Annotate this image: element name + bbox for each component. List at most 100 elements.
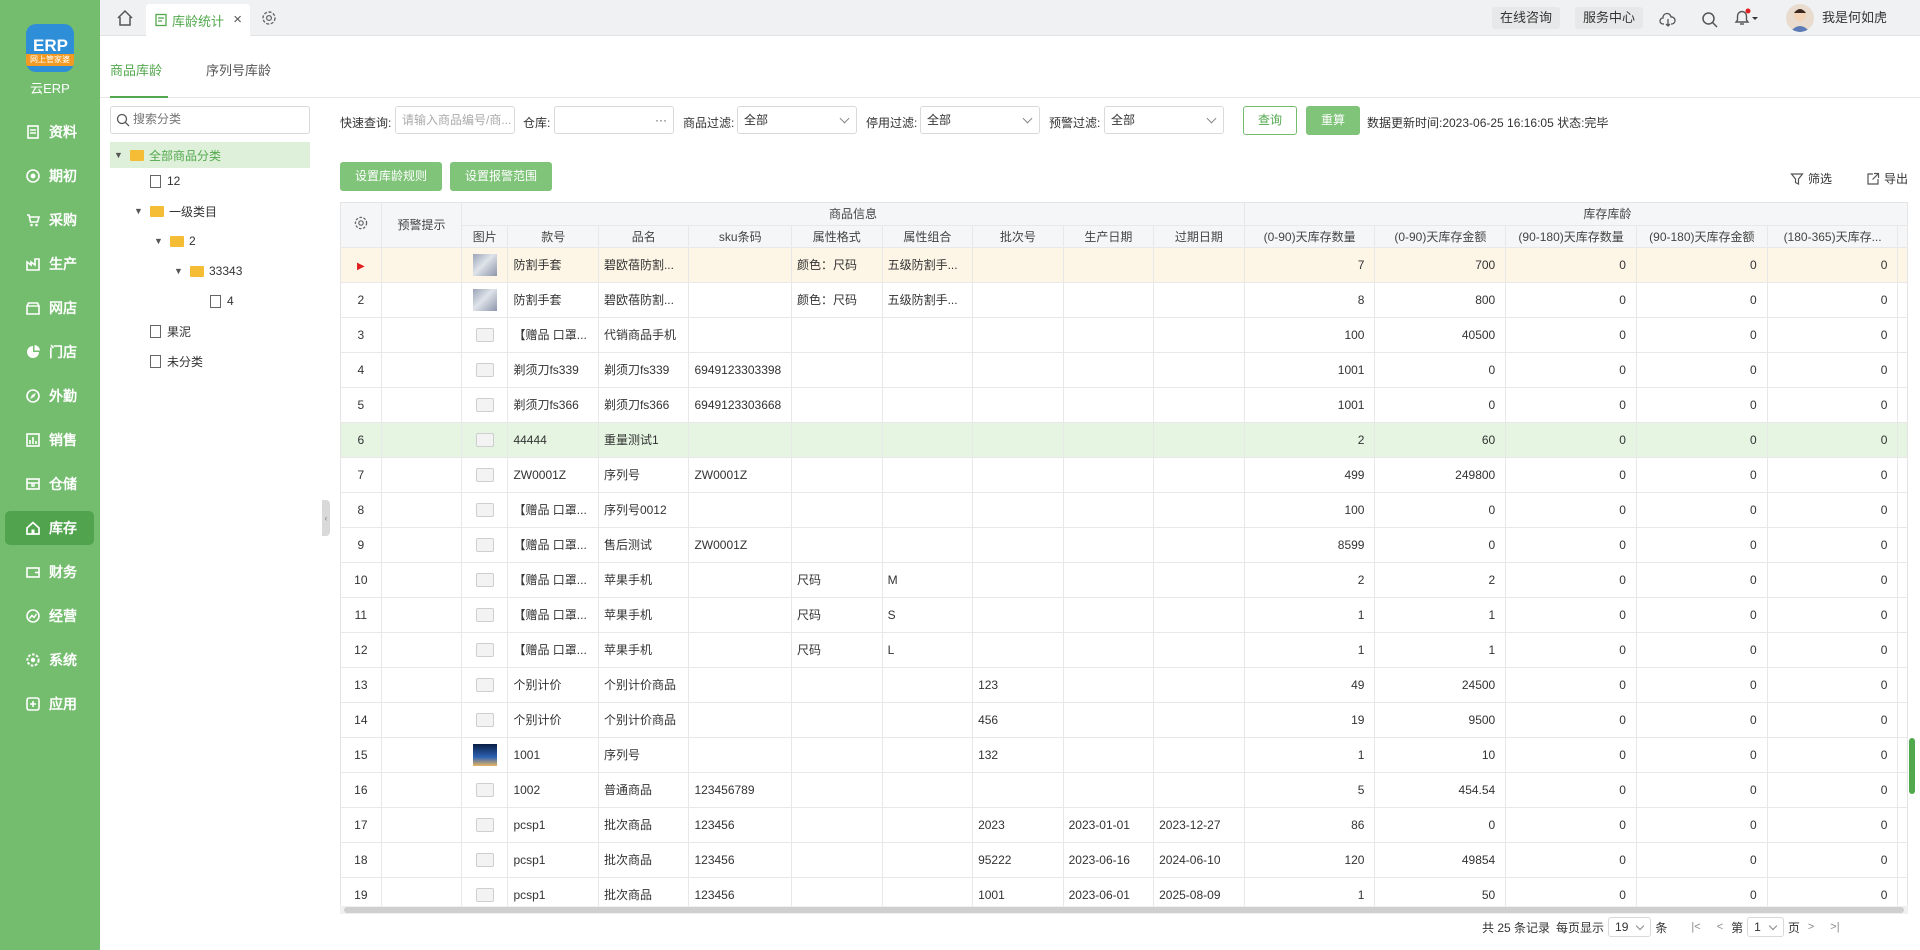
tree-node-level1[interactable]: ▼ 一级类目 [134,198,217,224]
set-aging-rules-button[interactable]: 设置库龄规则 [340,162,442,191]
nav-item-11[interactable]: 经营 [5,599,94,633]
col-header[interactable]: sku条码 [688,225,793,248]
table-row[interactable]: 5 剃须刀fs366 剃须刀fs366 6949123303668 1001 0 0 0 0 [341,387,1907,423]
bell-icon[interactable] [1733,7,1759,29]
nav-item-1[interactable]: 期初 [5,159,94,193]
nav-item-13[interactable]: 应用 [5,687,94,721]
service-center-button[interactable]: 服务中心 [1575,7,1644,29]
tree-node-2[interactable]: ▼ 2 [154,228,196,254]
nav-item-0[interactable]: 资料 [5,115,94,149]
column-settings[interactable] [341,203,382,248]
next-page-icon[interactable]: > [1808,921,1814,933]
table-row[interactable]: 11 【赠品 口罩... 苹果手机 尺码 S 1 1 0 0 0 [341,597,1907,633]
image-cell[interactable] [461,807,509,843]
tree-node-guoni[interactable]: 果泥 [150,318,191,344]
nav-item-5[interactable]: 门店 [5,335,94,369]
image-cell[interactable] [461,352,509,388]
image-cell[interactable] [461,247,509,283]
table-row[interactable]: 17 pcsp1 批次商品 123456 2023 2023-01-01 2023-12-2… [341,807,1907,843]
tree-node-12[interactable]: 12 [150,168,180,194]
online-consult-button[interactable]: 在线咨询 [1492,7,1561,29]
category-search-input[interactable] [133,112,303,126]
nav-item-10[interactable]: 财务 [5,555,94,589]
image-cell[interactable] [461,387,509,423]
gear-icon[interactable] [260,9,278,27]
prev-page-icon[interactable]: < [1717,921,1723,933]
image-cell[interactable] [461,562,509,598]
image-cell[interactable] [461,667,509,703]
table-row[interactable]: 16 1002 普通商品 123456789 5 454.54 0 0 0 [341,772,1907,808]
tab-product-aging[interactable]: 商品库龄 [110,60,162,79]
table-row[interactable]: 9 【赠品 口罩... 售后测试 ZW0001Z 8599 0 0 0 0 [341,527,1907,563]
recalc-button[interactable]: 重算 [1306,106,1360,135]
search-icon[interactable] [1701,9,1719,31]
alert-filter-select[interactable]: 全部 [1104,106,1224,134]
product-filter-select[interactable]: 全部 [737,106,857,134]
table-row[interactable]: 7 ZW0001Z 序列号 ZW0001Z 499 249800 0 0 0 [341,457,1907,493]
table-row[interactable]: 18 pcsp1 批次商品 123456 95222 2023-06-16 2024-06-… [341,842,1907,878]
tree-node-all[interactable]: ▼ 全部商品分类 [110,142,310,168]
table-row[interactable]: 12 【赠品 口罩... 苹果手机 尺码 L 1 1 0 0 0 [341,632,1907,668]
image-cell[interactable] [461,282,509,318]
nav-item-8[interactable]: 仓储 [5,467,94,501]
tab-stock-aging[interactable]: 库龄统计 × [146,4,250,36]
warehouse-select[interactable]: ··· [554,106,674,134]
tab-serial-aging[interactable]: 序列号库龄 [206,60,271,79]
col-header[interactable]: (0-90)天库存数量 [1244,225,1376,248]
nav-item-12[interactable]: 系统 [5,643,94,677]
home-icon[interactable] [116,9,134,27]
table-row[interactable]: 2 防割手套 碧欧蓓防割... 颜色：尺码 五级防割手... 8 800 0 0 0 [341,282,1907,318]
nav-item-9[interactable]: 库存 [5,511,94,545]
first-page-icon[interactable]: |< [1691,921,1700,933]
table-row[interactable]: 13 个别计价 个别计价商品 123 49 24500 0 0 0 [341,667,1907,703]
tree-node-4[interactable]: 4 [210,288,234,314]
gear-icon[interactable] [353,215,369,231]
scrollbar-thumb[interactable] [344,907,1904,913]
nav-item-2[interactable]: 采购 [5,203,94,237]
vertical-scrollbar[interactable] [1909,738,1915,794]
table-row[interactable]: 6 44444 重量测试1 2 60 0 0 0 [341,422,1907,458]
col-header[interactable]: 属性组合 [882,225,974,248]
table-row[interactable]: 4 剃须刀fs339 剃须刀fs339 6949123303398 1001 0 0 0 0 [341,352,1907,388]
set-alert-range-button[interactable]: 设置报警范围 [450,162,552,191]
category-search[interactable] [110,106,310,134]
col-header[interactable]: 预警提示 [381,203,463,248]
nav-item-3[interactable]: 生产 [5,247,94,281]
image-cell[interactable] [461,842,509,878]
col-header[interactable]: 品名 [598,225,690,248]
tree-node-33343[interactable]: ▼ 33343 [174,258,242,284]
user-name[interactable]: 我是何如虎 [1822,7,1887,29]
image-cell[interactable] [461,632,509,668]
image-cell[interactable] [461,772,509,808]
col-header[interactable]: (180-365)天库存... [1767,225,1899,248]
image-cell[interactable] [461,527,509,563]
image-cell[interactable] [461,492,509,528]
image-cell[interactable] [461,877,509,907]
col-header[interactable]: (0-90)天库存金额 [1374,225,1507,248]
image-cell[interactable] [461,317,509,353]
avatar[interactable] [1786,4,1814,32]
tree-collapse-handle[interactable]: ‹ [322,500,330,536]
table-row[interactable]: 19 pcsp1 批次商品 123456 1001 2023-06-01 2025-08-0… [341,877,1907,907]
table-row[interactable]: 15 1001 序列号 132 1 10 0 0 0 [341,737,1907,773]
col-header[interactable]: (1 [1897,225,1907,248]
last-page-icon[interactable]: >| [1830,921,1839,933]
quick-query-input[interactable]: 请输入商品编号/商... [395,106,515,134]
col-header[interactable]: 图片 [461,225,509,248]
col-header[interactable]: 批次号 [972,225,1064,248]
tree-node-uncategorized[interactable]: 未分类 [150,348,203,374]
cloud-download-icon[interactable] [1659,9,1677,31]
image-cell[interactable] [461,737,509,773]
page-number-select[interactable]: 1 [1747,917,1784,937]
col-header[interactable]: (90-180)天库存数量 [1505,225,1637,248]
page-size-select[interactable]: 19 [1608,917,1652,937]
query-button[interactable]: 查询 [1243,106,1297,135]
export-button[interactable]: 导出 [1866,170,1908,187]
table-row[interactable]: 14 个别计价 个别计价商品 456 19 9500 0 0 0 [341,702,1907,738]
horizontal-scrollbar[interactable] [340,906,1908,914]
close-icon[interactable]: × [233,11,242,28]
table-row[interactable]: 8 【赠品 口罩... 序列号0012 100 0 0 0 0 [341,492,1907,528]
nav-item-6[interactable]: 外勤 [5,379,94,413]
table-row[interactable]: 3 【赠品 口罩... 代销商品手机 100 40500 0 0 0 [341,317,1907,353]
nav-item-7[interactable]: 销售 [5,423,94,457]
